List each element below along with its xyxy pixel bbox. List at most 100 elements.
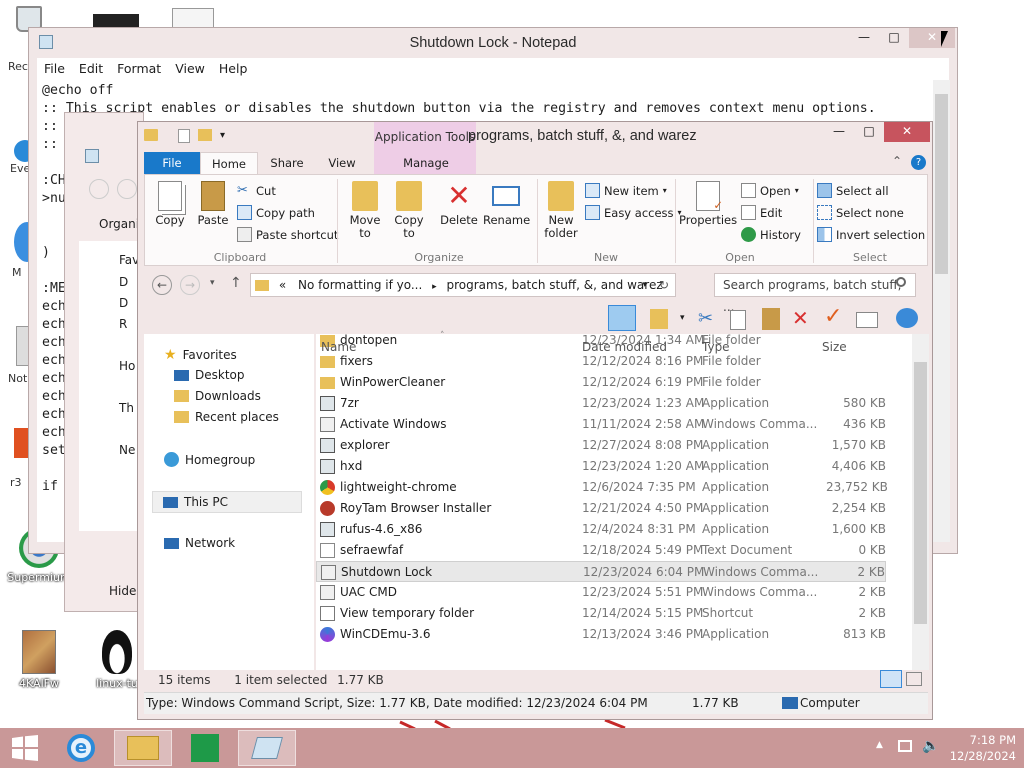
scroll-thumb[interactable] [935,94,948,274]
delete-button[interactable]: ✕ Delete [439,181,479,227]
volume-muted-icon[interactable]: 🔈 [922,738,939,754]
paste-shortcut-button[interactable]: Paste shortcut [237,227,338,242]
collapse-ribbon-icon[interactable]: ⌃ [892,154,902,168]
preview-pane-button[interactable] [608,305,636,331]
properties-button[interactable]: ✓ Properties [679,181,737,227]
desktop-icon-partial[interactable] [93,14,139,28]
minimize-button[interactable]: — [824,122,854,142]
move-to-button[interactable]: Move to [345,181,385,240]
file-row[interactable]: WinCDEmu-3.6 12/13/2024 3:46 PM Applicatio… [316,624,886,645]
nav-label[interactable]: Organi [99,217,139,231]
properties-toolbar-icon[interactable] [650,309,668,329]
delete-toolbar-icon[interactable]: ✕ [792,306,809,330]
toolbar-dropdown-icon[interactable]: ▾ [680,313,685,323]
address-bar[interactable]: « No formatting if yo... ▸ programs, bat… [250,273,676,297]
nav-homegroup[interactable]: Homegroup [164,452,255,467]
explorer-window[interactable]: Application Tools ▾ programs, batch stuf… [137,121,933,720]
new-item-button[interactable]: New item ▾ [585,183,667,198]
cut-button[interactable]: ✂ Cut [237,183,276,198]
column-header-date[interactable]: Date modified [582,340,667,354]
vertical-scrollbar[interactable] [933,80,950,542]
refresh-icon[interactable]: ↻ [659,274,669,296]
clock[interactable]: 7:18 PM 12/28/2024 [950,732,1016,764]
invert-selection-button[interactable]: Invert selection [817,227,925,242]
maximize-button[interactable]: □ [854,122,884,142]
file-row[interactable]: WinPowerCleaner 12/12/2024 6:19 PM File fo… [316,372,886,393]
paste-toolbar-icon[interactable] [762,308,780,330]
file-row[interactable]: hxd 12/23/2024 1:20 AM Application 4,406 KB [316,456,886,477]
tab-manage[interactable]: Manage [376,152,476,174]
easy-access-button[interactable]: Easy access ▾ [585,205,682,220]
copy-path-button[interactable]: Copy path [237,205,315,220]
new-folder-button[interactable]: New folder [541,181,581,240]
nav-label[interactable]: Th [119,401,134,415]
forward-button[interactable]: → [180,275,200,295]
back-button[interactable] [89,179,109,199]
globe-toolbar-icon[interactable] [896,308,918,328]
details-view-button[interactable] [880,670,902,688]
edit-button[interactable]: Edit [741,205,782,220]
desktop-icon-4kalfw[interactable]: 4KAlFw [4,630,74,690]
up-button[interactable]: ↑ [230,275,242,291]
close-button[interactable]: ✕ [884,122,930,142]
file-row[interactable]: RoyTam Browser Installer 12/21/2024 4:50 … [316,498,886,519]
nav-desktop[interactable]: Desktop [174,368,245,382]
nav-downloads[interactable]: Downloads [174,389,261,403]
nav-label[interactable]: R [119,317,127,331]
breadcrumb-item[interactable]: No formatting if yo... [298,278,422,292]
open-button[interactable]: Open ▾ [741,183,799,198]
nav-favorites[interactable]: ★ Favorites [164,347,237,363]
file-row[interactable]: explorer 12/27/2024 8:08 PM Application 1,5… [316,435,886,456]
search-input[interactable]: Search programs, batch stuff, ... [714,273,916,314]
menu-edit[interactable]: Edit [72,58,110,80]
scroll-thumb[interactable] [914,362,927,624]
nav-recent-places[interactable]: Recent places [174,410,279,424]
file-row[interactable]: UAC CMD 12/23/2024 5:51 PM Windows Comma..… [316,582,886,603]
checkmark-toolbar-icon[interactable]: ✓ [824,304,842,329]
taskbar-ie[interactable]: e [52,730,110,766]
file-row[interactable]: 7zr 12/23/2024 1:23 AM Application 580 KB [316,393,886,414]
address-dropdown-icon[interactable]: ▾ [642,274,647,296]
nav-this-pc[interactable]: This PC [152,491,302,513]
qat-newfolder-icon[interactable] [198,129,212,141]
file-row[interactable]: Activate Windows 11/11/2024 2:58 AM Window… [316,414,886,435]
qat-properties-icon[interactable] [178,129,190,143]
nav-label[interactable]: Ne [119,443,135,457]
background-explorer-window[interactable]: Organi Fav D D R Ho Th Ne Hide [64,112,145,612]
start-button[interactable] [2,730,48,766]
cut-toolbar-icon[interactable]: ✂ [698,308,713,329]
tab-share[interactable]: Share [260,152,314,174]
file-row[interactable]: lightweight-chrome 12/6/2024 7:35 PM Appli… [316,477,888,498]
taskbar-store[interactable] [176,730,234,766]
nav-label[interactable]: D [119,275,128,289]
rename-button[interactable]: Rename [483,181,530,227]
menu-view[interactable]: View [168,58,212,80]
nav-network[interactable]: Network [164,536,235,550]
select-none-button[interactable]: Select none [817,205,904,220]
taskbar-explorer[interactable] [114,730,172,766]
search-icon[interactable] [896,277,906,287]
nav-label[interactable]: D [119,296,128,310]
file-row[interactable]: fixers 12/12/2024 8:16 PM File folder [316,351,886,372]
copy-toolbar-icon[interactable] [730,310,746,330]
tab-home[interactable]: Home [200,152,258,174]
column-header-type[interactable]: Type [702,340,730,354]
breadcrumb-item[interactable]: programs, batch stuff, &, and warez [446,278,662,292]
history-button[interactable]: History [741,227,801,242]
taskbar-notepad[interactable] [238,730,296,766]
menu-file[interactable]: File [37,58,72,80]
copy-to-button[interactable]: Copy to [389,181,429,240]
tab-file[interactable]: File [144,152,200,174]
vertical-scrollbar[interactable] [912,334,929,670]
show-hidden-icons[interactable]: ▲ [876,740,883,750]
rename-toolbar-icon[interactable] [856,312,878,328]
forward-button[interactable] [117,179,137,199]
file-row[interactable]: rufus-4.6_x86 12/4/2024 8:31 PM Applicatio… [316,519,886,540]
copy-button[interactable]: Copy [151,181,189,227]
column-header-size[interactable]: Size [822,340,847,354]
select-all-button[interactable]: Select all [817,183,889,198]
desktop-icon-partial[interactable] [172,8,214,28]
hide-folders-button[interactable]: Hide [109,584,136,598]
breadcrumb-separator-icon[interactable]: ▸ [432,282,437,292]
paste-button[interactable]: Paste [195,181,231,227]
